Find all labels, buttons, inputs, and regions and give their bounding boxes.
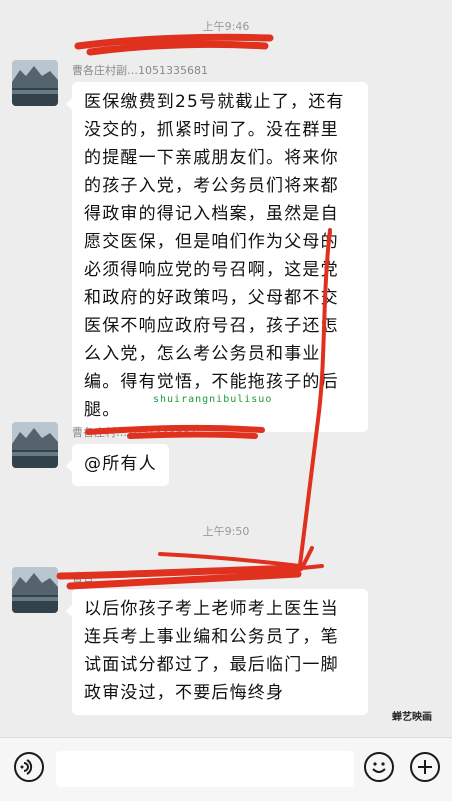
emoji-icon[interactable]: [364, 752, 394, 782]
red-annotation-scribbles: [56, 33, 332, 590]
message-input[interactable]: [56, 751, 354, 787]
plus-icon[interactable]: [410, 752, 440, 782]
voice-icon[interactable]: [14, 752, 44, 782]
